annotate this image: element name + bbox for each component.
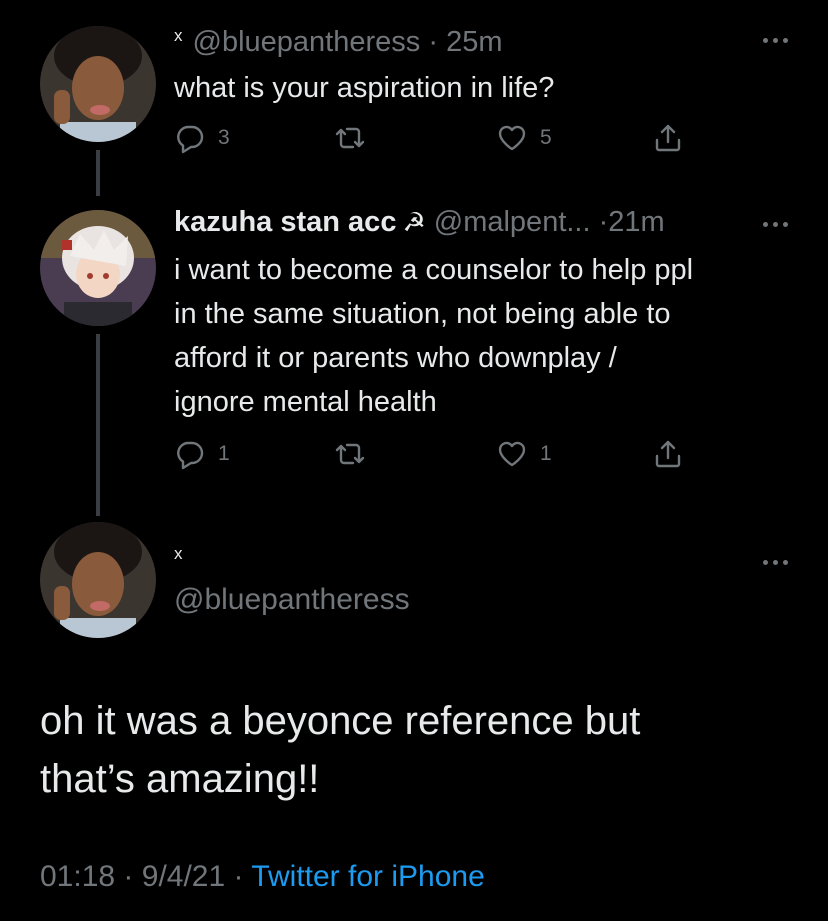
tweet-2-display-name[interactable]: kazuha stan acc [174, 206, 396, 238]
text-line: in the same situation, not being able to [174, 298, 671, 330]
avatar-bluepantheress[interactable] [40, 26, 156, 142]
like-icon [498, 125, 526, 151]
more-icon[interactable] [763, 222, 788, 227]
focused-tweet-text: oh it was a beyonce reference but that’s… [40, 692, 800, 808]
reply-icon [177, 441, 204, 470]
thread-line [96, 334, 100, 516]
text-line: afford it or parents who downplay / [174, 342, 617, 374]
more-icon[interactable] [763, 38, 788, 43]
separator: · [428, 26, 438, 58]
like-count: 5 [540, 126, 552, 149]
text-line: i want to become a counselor to help ppl [174, 254, 694, 286]
share-button[interactable] [652, 122, 684, 154]
text-line: oh it was a beyonce reference but [40, 699, 641, 743]
tweet-metadata: 01:18 · 9/4/21 · Twitter for iPhone [40, 860, 485, 894]
share-button[interactable] [652, 438, 684, 470]
tweet-source-link[interactable]: Twitter for iPhone [251, 860, 484, 893]
tweet-1-actions: 3 5 [174, 122, 694, 162]
name-mark: x [174, 26, 183, 45]
tweet-2-time[interactable]: 21m [608, 206, 664, 238]
text-line: that’s amazing!! [40, 757, 320, 801]
tweet-1-header: x @bluepantheress · 25m [174, 26, 502, 59]
focused-handle[interactable]: @bluepantheress [174, 583, 410, 617]
tweet-1-text: what is your aspiration in life? [174, 72, 555, 104]
share-icon [655, 124, 681, 152]
separator: · [123, 860, 134, 893]
like-button[interactable]: 1 [496, 438, 552, 470]
like-icon [498, 441, 526, 467]
tweet-date[interactable]: 9/4/21 [142, 860, 225, 893]
reply-button[interactable]: 1 [174, 438, 230, 470]
retweet-button[interactable] [334, 122, 366, 154]
reply-button[interactable]: 3 [174, 122, 230, 154]
more-icon[interactable] [763, 560, 788, 565]
avatar-bluepantheress[interactable] [40, 522, 156, 638]
reply-count: 1 [218, 442, 230, 465]
retweet-button[interactable] [334, 438, 366, 470]
reply-count: 3 [218, 126, 230, 149]
name-mark: x [174, 544, 183, 563]
hammer-sickle-icon: ☭ [402, 207, 426, 237]
separator: · [598, 206, 609, 238]
like-button[interactable]: 5 [496, 122, 552, 154]
avatar-malpent[interactable] [40, 210, 156, 326]
tweet-thread: x @bluepantheress · 25m what is your aspi… [0, 0, 828, 921]
tweet-time[interactable]: 01:18 [40, 860, 115, 893]
tweet-2-handle[interactable]: @malpent... [434, 206, 591, 238]
like-count: 1 [540, 442, 552, 465]
share-icon [655, 440, 681, 468]
tweet-2-text: i want to become a counselor to help ppl… [174, 248, 693, 424]
text-line: ignore mental health [174, 386, 437, 418]
tweet-1-handle[interactable]: @bluepantheress [193, 26, 421, 58]
tweet-2-actions: 1 1 [174, 438, 694, 478]
reply-icon [177, 125, 204, 154]
tweet-2-header: kazuha stan acc ☭ @malpent... ·21m [174, 206, 665, 239]
tweet-1-time[interactable]: 25m [446, 26, 502, 58]
retweet-icon [335, 443, 365, 465]
separator: · [233, 860, 244, 893]
thread-line [96, 150, 100, 196]
retweet-icon [335, 127, 365, 149]
